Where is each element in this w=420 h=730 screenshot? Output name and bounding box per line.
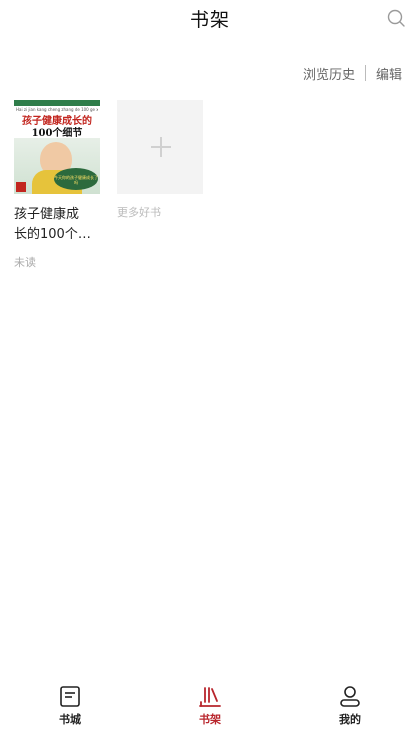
profile-icon: [340, 686, 360, 707]
book-title-line1: 孩子健康成: [14, 207, 80, 222]
cover-stamp: [16, 182, 26, 192]
cover-badge: 今天你的孩子健康成长了吗: [54, 168, 98, 190]
shelf-toolbar: 浏览历史 编辑: [303, 64, 402, 83]
tab-label: 书架: [199, 713, 221, 726]
tab-label: 书城: [59, 713, 81, 726]
bottom-tab-bar: 书城 书架 我的: [0, 680, 420, 730]
book-item[interactable]: Hai zi jian kang cheng zhang de 100 ge x…: [14, 100, 100, 270]
history-button[interactable]: 浏览历史: [303, 64, 355, 83]
page-title: 书架: [189, 9, 230, 31]
bookshelf-icon: [199, 687, 221, 707]
add-more-books-card[interactable]: 更多好书: [117, 100, 203, 270]
tab-profile[interactable]: 我的: [280, 680, 420, 730]
edit-button[interactable]: 编辑: [376, 64, 402, 83]
tab-bookshelf[interactable]: 书架: [140, 680, 280, 730]
cover-photo: 今天你的孩子健康成长了吗: [14, 138, 100, 194]
book-title[interactable]: 孩子健康成 长的100个…: [14, 205, 104, 245]
book-cover[interactable]: Hai zi jian kang cheng zhang de 100 ge x…: [14, 100, 100, 194]
bookshelf-grid: Hai zi jian kang cheng zhang de 100 ge x…: [14, 100, 203, 270]
cover-title-line2: 100个细节: [31, 128, 83, 139]
book-title-line2: 长的100个…: [14, 227, 91, 242]
add-more-label: 更多好书: [117, 206, 161, 219]
bookstore-icon: [60, 686, 80, 707]
tab-bookstore[interactable]: 书城: [0, 680, 140, 730]
add-book-tile[interactable]: [117, 100, 203, 194]
cover-top-band: [14, 100, 100, 106]
read-status: 未读: [14, 256, 36, 269]
tab-label: 我的: [339, 713, 361, 726]
search-icon[interactable]: [386, 8, 406, 28]
header: 书架: [0, 0, 420, 38]
toolbar-divider: [364, 65, 366, 81]
plus-icon-vertical: [160, 137, 162, 157]
